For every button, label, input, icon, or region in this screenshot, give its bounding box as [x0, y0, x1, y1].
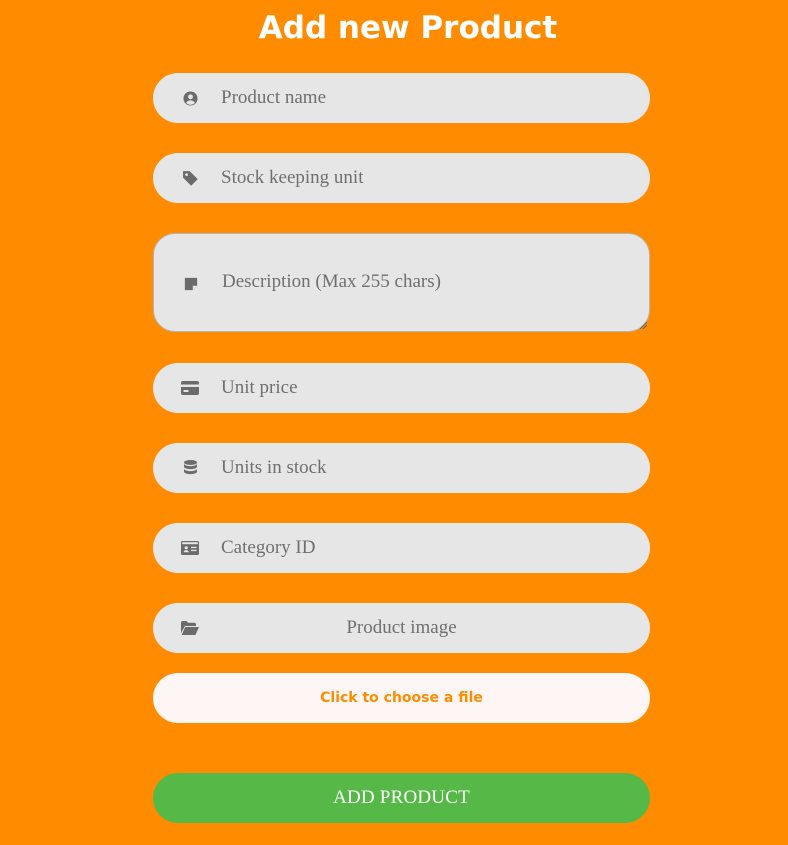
credit-card-icon	[181, 379, 199, 397]
description-field	[153, 233, 650, 332]
choose-file-button[interactable]: Click to choose a file	[153, 673, 650, 723]
category-id-field	[153, 523, 650, 573]
user-circle-icon	[181, 89, 199, 107]
sku-input[interactable]	[221, 153, 630, 203]
add-product-button[interactable]: ADD PRODUCT	[153, 773, 650, 823]
unit-price-field	[153, 363, 650, 413]
product-name-field	[153, 73, 650, 123]
resize-handle-icon[interactable]	[639, 321, 647, 329]
units-in-stock-field	[153, 443, 650, 493]
unit-price-input[interactable]	[221, 363, 630, 413]
product-name-input[interactable]	[221, 73, 630, 123]
id-card-icon	[181, 539, 199, 557]
tag-icon	[181, 169, 199, 187]
database-icon	[181, 459, 199, 477]
category-id-input[interactable]	[221, 523, 630, 573]
product-image-field: Product image	[153, 603, 650, 653]
description-textarea[interactable]	[222, 270, 629, 310]
sticky-note-icon	[182, 275, 200, 293]
units-in-stock-input[interactable]	[221, 443, 630, 493]
product-image-label: Product image	[346, 617, 457, 638]
page-title: Add new Product	[258, 10, 558, 46]
sku-field	[153, 153, 650, 203]
